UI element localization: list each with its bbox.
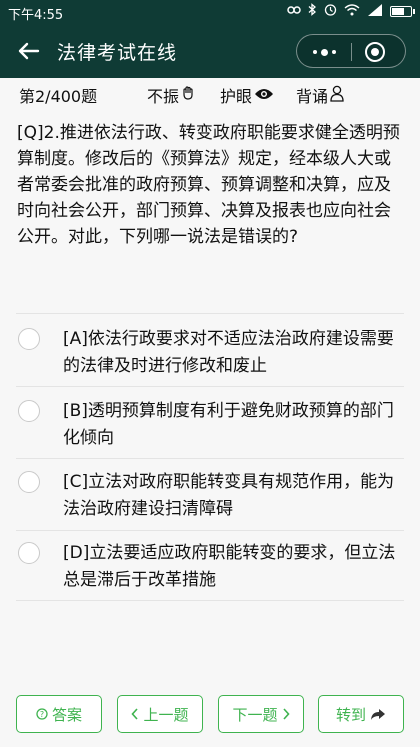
radio-circle-icon[interactable]: [18, 542, 40, 564]
prev-button[interactable]: 上一题: [117, 695, 203, 733]
option-c[interactable]: [C]立法对政府职能转变具有规范作用，能为法治政府建设扫清障碍: [16, 469, 404, 529]
answer-button[interactable]: ? 答案: [16, 695, 102, 733]
hand-icon: [181, 85, 197, 105]
nav-bar: 法律考试在线: [0, 24, 420, 78]
prev-label: 上一题: [143, 705, 189, 724]
page-title: 法律考试在线: [57, 42, 178, 64]
option-d[interactable]: [D]立法要适应政府职能转变的要求，但立法总是滞后于改革措施: [16, 540, 404, 600]
answer-label: 答案: [51, 705, 82, 724]
question-info-bar: 第2/400题 不振 护眼 背诵: [0, 78, 420, 110]
back-arrow-icon[interactable]: [14, 36, 44, 66]
wifi-icon: [344, 3, 360, 20]
radio-circle-icon[interactable]: [18, 328, 40, 350]
signal-icon: [367, 3, 383, 20]
link-icon: [287, 4, 301, 20]
alarm-icon: [324, 3, 337, 20]
option-a-label: [A]依法行政要求对不适应法治政府建设需要的法律及时进行修改和废止: [63, 329, 394, 376]
divider: [16, 458, 404, 459]
battery-icon: [390, 6, 415, 17]
divider: [16, 313, 404, 314]
share-arrow-icon: [370, 708, 386, 721]
radio-circle-icon[interactable]: [18, 400, 40, 422]
close-target-icon[interactable]: [365, 42, 385, 62]
option-b-label: [B]透明预算制度有利于避免财政预算的部门化倾向: [63, 401, 394, 448]
eye-icon: [254, 86, 274, 105]
svg-text:?: ?: [40, 710, 44, 719]
goto-button[interactable]: 转到: [318, 695, 404, 733]
chevron-right-icon: [282, 708, 290, 720]
divider: [16, 530, 404, 531]
option-c-label: [C]立法对政府职能转变具有规范作用，能为法治政府建设扫清障碍: [63, 472, 395, 519]
option-b[interactable]: [B]透明预算制度有利于避免财政预算的部门化倾向: [16, 398, 404, 458]
question-circle-icon: ?: [36, 708, 48, 720]
option-d-label: [D]立法要适应政府职能转变的要求，但立法总是滞后于改革措施: [63, 543, 396, 590]
eye-protection-label: 护眼: [220, 87, 253, 106]
question-text: [Q]2.推进依法行政、转变政府职能要求健全透明预算制度。修改后的《预算法》规定…: [17, 123, 400, 247]
chevron-left-icon: [131, 708, 139, 720]
next-label: 下一题: [232, 705, 278, 724]
divider: [16, 600, 404, 601]
divider: [16, 386, 404, 387]
mini-program-capsule: [296, 34, 406, 68]
bluetooth-icon: [308, 3, 317, 20]
recite-toggle[interactable]: 背诵: [296, 83, 344, 107]
radio-circle-icon[interactable]: [18, 471, 40, 493]
goto-label: 转到: [335, 705, 366, 724]
status-icons: [287, 3, 415, 20]
no-vibrate-toggle[interactable]: 不振: [147, 83, 197, 107]
option-a[interactable]: [A]依法行政要求对不适应法治政府建设需要的法律及时进行修改和废止: [16, 326, 404, 386]
capsule-divider: [351, 43, 352, 61]
no-vibrate-label: 不振: [147, 87, 180, 106]
more-dots-icon[interactable]: [307, 39, 341, 65]
eye-protection-toggle[interactable]: 护眼: [220, 83, 274, 107]
status-time: 下午4:55: [8, 8, 64, 23]
status-bar: 下午4:55: [0, 0, 420, 24]
footer-toolbar: ? 答案 上一题 下一题 转到: [0, 690, 420, 747]
person-icon: [330, 85, 344, 106]
question-counter: 第2/400题: [19, 87, 98, 106]
next-button[interactable]: 下一题: [218, 695, 304, 733]
recite-label: 背诵: [296, 87, 329, 106]
